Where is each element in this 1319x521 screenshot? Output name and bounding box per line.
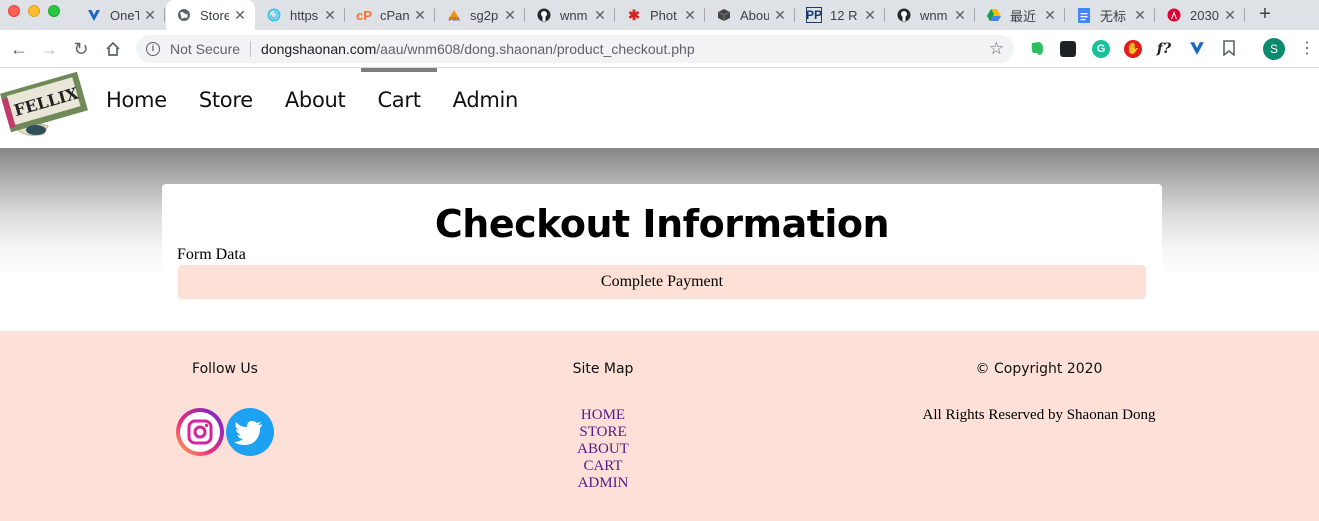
forward-arrow-icon[interactable]: → bbox=[38, 38, 60, 60]
close-tab-icon[interactable]: ✕ bbox=[773, 7, 787, 24]
copyright-text: © Copyright 2020 bbox=[975, 361, 1103, 377]
globe-icon bbox=[176, 7, 192, 23]
reload-icon[interactable]: ↻ bbox=[70, 38, 92, 60]
site-footer: Follow Us Site Map © Copyright 2020 HOME bbox=[0, 331, 1319, 521]
close-tab-icon[interactable]: ✕ bbox=[953, 7, 967, 24]
close-tab-icon[interactable]: ✕ bbox=[143, 7, 157, 24]
vuetify-extension-icon[interactable] bbox=[1188, 40, 1206, 58]
close-tab-icon[interactable]: ✕ bbox=[683, 7, 697, 24]
adblock-icon[interactable]: ✋ bbox=[1124, 40, 1142, 58]
nav-store[interactable]: Store bbox=[199, 68, 253, 132]
close-tab-icon[interactable]: ✕ bbox=[503, 7, 517, 24]
browser-tab-active[interactable]: Store ✕ bbox=[166, 0, 255, 30]
browser-tab[interactable]: https ✕ bbox=[256, 0, 345, 30]
nav-admin[interactable]: Admin bbox=[453, 68, 519, 132]
profile-avatar[interactable]: S bbox=[1263, 38, 1285, 60]
bookmark-star-icon[interactable]: ☆ bbox=[989, 39, 1004, 59]
sitemap-link-admin[interactable]: ADMIN bbox=[553, 475, 653, 492]
angular-icon bbox=[1166, 7, 1182, 23]
zoom-window-button[interactable] bbox=[48, 5, 60, 17]
browser-tab[interactable]: cP cPan ✕ bbox=[346, 0, 435, 30]
browser-tab[interactable]: 无标 ✕ bbox=[1066, 0, 1155, 30]
github-icon bbox=[896, 7, 912, 23]
site-logo[interactable]: FELLIX bbox=[0, 68, 92, 140]
close-window-button[interactable] bbox=[8, 5, 20, 17]
reading-list-icon[interactable] bbox=[1220, 40, 1238, 58]
browser-toolbar: ← → ↻ i Not Secure dongshaonan.com /aau/… bbox=[0, 30, 1319, 68]
close-tab-icon[interactable]: ✕ bbox=[593, 7, 607, 24]
follow-us-heading: Follow Us bbox=[192, 361, 258, 377]
browser-tab[interactable]: PMA sg2p ✕ bbox=[436, 0, 525, 30]
browser-tab[interactable]: wnm ✕ bbox=[526, 0, 615, 30]
svg-text:PMA: PMA bbox=[449, 17, 461, 22]
form-data-label: Form Data bbox=[177, 246, 246, 263]
minimize-window-button[interactable] bbox=[28, 5, 40, 17]
new-tab-button[interactable]: + bbox=[1254, 3, 1276, 25]
close-tab-icon[interactable]: ✕ bbox=[863, 7, 877, 24]
docs-icon bbox=[1076, 7, 1092, 23]
browser-tab[interactable]: 2030 ✕ bbox=[1156, 0, 1245, 30]
site-header: FELLIX Home Store About Cart Admin bbox=[0, 68, 1319, 148]
close-tab-icon[interactable]: ✕ bbox=[413, 7, 427, 24]
sitemap-link-cart[interactable]: CART bbox=[553, 458, 653, 475]
browser-tab[interactable]: 最近 ✕ bbox=[976, 0, 1065, 30]
yelp-icon: ✱ bbox=[628, 6, 640, 23]
rights-text: All Rights Reserved by Shaonan Dong bbox=[922, 407, 1156, 423]
tabs-extension-icon[interactable] bbox=[1060, 41, 1076, 57]
grammarly-icon[interactable]: G bbox=[1092, 40, 1110, 58]
cpanel-icon: cP bbox=[356, 7, 372, 23]
nav-cart[interactable]: Cart bbox=[361, 68, 437, 132]
browser-tab[interactable]: ✱ Phot ✕ bbox=[616, 0, 705, 30]
browser-tab[interactable]: Abou ✕ bbox=[706, 0, 795, 30]
nav-about[interactable]: About bbox=[285, 68, 346, 132]
checkout-card: Checkout Information Form Data Complete … bbox=[162, 184, 1162, 314]
site-map-heading: Site Map bbox=[572, 361, 634, 377]
font-finder-icon[interactable]: f? bbox=[1155, 40, 1173, 58]
complete-payment-button[interactable]: Complete Payment bbox=[178, 265, 1146, 299]
drive-icon bbox=[986, 7, 1002, 23]
browser-tab[interactable]: OneT ✕ bbox=[76, 0, 165, 30]
codepen-swirl-icon bbox=[266, 7, 282, 23]
phpmyadmin-icon: PMA bbox=[446, 7, 462, 23]
cube-icon bbox=[716, 7, 732, 23]
sitemap-link-store[interactable]: STORE bbox=[553, 424, 653, 441]
nav-home[interactable]: Home bbox=[106, 68, 167, 132]
main-content: Checkout Information Form Data Complete … bbox=[0, 148, 1319, 331]
close-tab-icon[interactable]: ✕ bbox=[233, 7, 247, 24]
url-host: dongshaonan.com bbox=[261, 41, 377, 57]
browser-tab[interactable]: PP 12 R ✕ bbox=[796, 0, 885, 30]
security-label: Not Secure bbox=[170, 41, 241, 57]
home-icon[interactable] bbox=[102, 38, 124, 60]
close-tab-icon[interactable]: ✕ bbox=[1223, 7, 1237, 24]
github-icon bbox=[536, 7, 552, 23]
url-path: /aau/wnm608/dong.shaonan/product_checkou… bbox=[376, 41, 695, 57]
browser-tab-strip: OneT ✕ Store ✕ https ✕ cP cPan ✕ PMA sg2… bbox=[0, 0, 1319, 30]
page-title: Checkout Information bbox=[434, 202, 890, 246]
close-tab-icon[interactable]: ✕ bbox=[1043, 7, 1057, 24]
sitemap-link-about[interactable]: ABOUT bbox=[553, 441, 653, 458]
more-menu-icon[interactable]: ⋮ bbox=[1299, 39, 1315, 59]
browser-tab[interactable]: wnm ✕ bbox=[886, 0, 975, 30]
back-arrow-icon[interactable]: ← bbox=[8, 38, 30, 60]
instagram-icon[interactable] bbox=[175, 407, 225, 457]
close-tab-icon[interactable]: ✕ bbox=[323, 7, 337, 24]
address-bar[interactable]: i Not Secure dongshaonan.com /aau/wnm608… bbox=[136, 35, 1014, 63]
pp-icon: PP bbox=[806, 7, 823, 23]
sitemap-link-home[interactable]: HOME bbox=[553, 407, 653, 424]
vuetify-icon bbox=[86, 7, 102, 23]
evernote-icon[interactable] bbox=[1028, 40, 1046, 58]
close-tab-icon[interactable]: ✕ bbox=[1133, 7, 1147, 24]
main-nav: Home Store About Cart Admin bbox=[106, 68, 550, 138]
site-map-links: HOME STORE ABOUT CART ADMIN bbox=[553, 407, 653, 492]
twitter-icon[interactable] bbox=[225, 407, 275, 457]
info-icon[interactable]: i bbox=[146, 42, 160, 56]
